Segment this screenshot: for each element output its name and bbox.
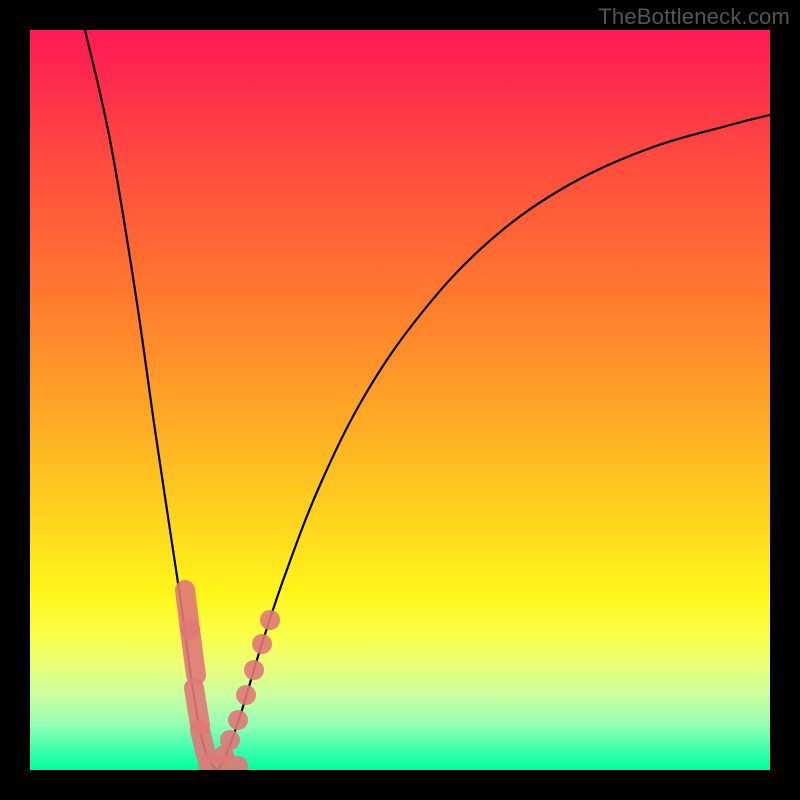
marker-capsule	[208, 764, 238, 766]
curves-layer	[30, 30, 770, 770]
marker-group	[185, 590, 280, 766]
watermark-text: TheBottleneck.com	[598, 4, 790, 30]
marker-capsule	[200, 730, 206, 755]
marker-dot	[252, 634, 272, 654]
curve-right-branch	[218, 115, 770, 770]
marker-capsule	[190, 630, 196, 675]
marker-dot	[220, 730, 240, 750]
marker-dot	[244, 660, 264, 680]
marker-capsule	[194, 688, 200, 725]
marker-dot	[228, 710, 248, 730]
plot-area	[30, 30, 770, 770]
marker-dot	[260, 610, 280, 630]
chart-frame: TheBottleneck.com	[0, 0, 800, 800]
marker-dot	[236, 685, 256, 705]
